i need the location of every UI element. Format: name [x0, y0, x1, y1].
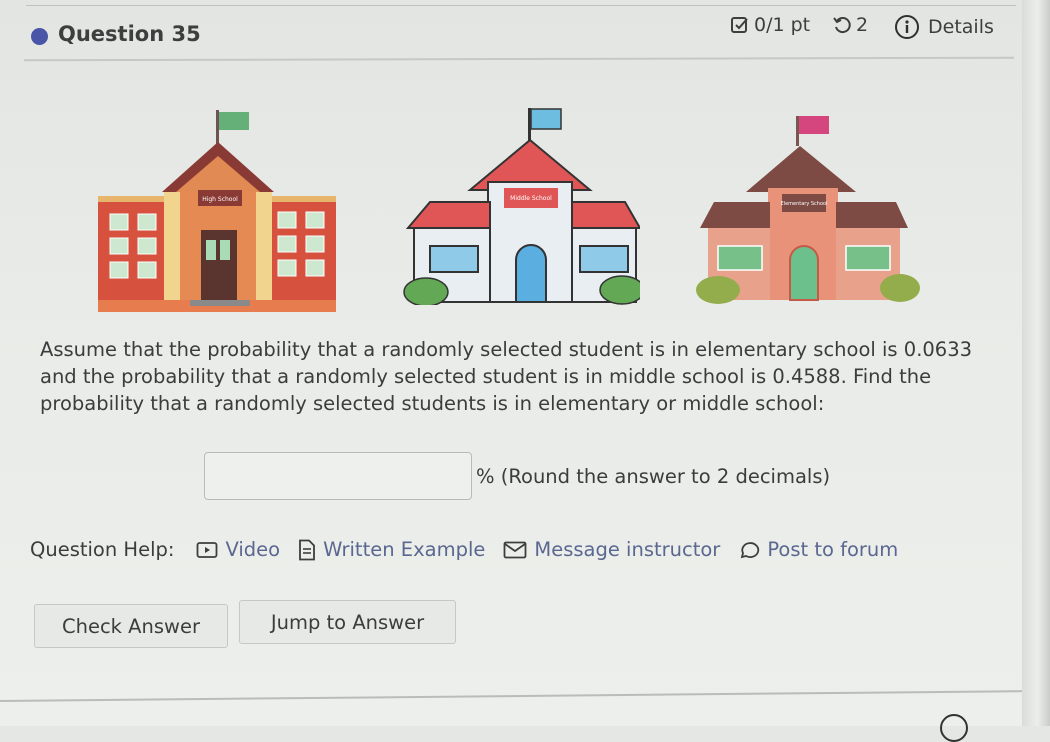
message-instructor-link[interactable]: Message instructor	[503, 538, 720, 561]
mail-icon	[503, 541, 527, 558]
info-icon	[895, 15, 919, 39]
high-school-illustration: High School	[98, 100, 338, 315]
middle-school-illustration: Middle School	[400, 100, 640, 305]
jump-to-answer-button[interactable]: Jump to Answer	[239, 600, 456, 644]
answer-input[interactable]	[204, 452, 472, 500]
tries-indicator: 2	[832, 14, 868, 36]
info-icon-next-question	[940, 714, 968, 742]
checkbox-icon	[731, 17, 748, 33]
check-answer-button[interactable]: Check Answer	[34, 604, 228, 648]
message-instructor-label: Message instructor	[534, 538, 721, 561]
bottom-divider	[0, 689, 1050, 702]
tries-count: 2	[856, 14, 869, 36]
top-divider	[26, 5, 1016, 6]
elementary-school-sign: Elementary School	[781, 201, 828, 207]
score-indicator: 0/1 pt	[730, 14, 810, 36]
question-title: Question 35	[58, 22, 201, 46]
retry-icon	[833, 17, 851, 34]
post-to-forum-link[interactable]: Post to forum	[738, 538, 898, 561]
video-link[interactable]: Video	[196, 538, 280, 561]
written-example-link[interactable]: Written Example	[298, 538, 485, 561]
answer-suffix: % (Round the answer to 2 decimals)	[476, 464, 831, 488]
header-divider	[23, 56, 1015, 62]
written-example-label: Written Example	[323, 538, 486, 561]
chat-bubble-icon	[741, 541, 760, 558]
question-status-dot	[31, 28, 48, 45]
elementary-school-illustration: Elementary School	[690, 100, 920, 305]
answer-row: % (Round the answer to 2 decimals)	[204, 452, 830, 500]
post-to-forum-label: Post to forum	[767, 538, 899, 561]
screen-edge	[1022, 0, 1050, 726]
details-label: Details	[928, 16, 994, 38]
score-text: 0/1 pt	[754, 14, 811, 36]
video-label: Video	[225, 538, 281, 561]
middle-school-sign: Middle School	[510, 195, 552, 202]
question-help: Question Help: Video Written Example Mes…	[30, 538, 916, 561]
question-page: Question 35 0/1 pt 2 Details High School…	[0, 0, 1050, 742]
question-help-label: Question Help:	[30, 538, 175, 561]
question-prompt: Assume that the probability that a rando…	[40, 338, 973, 415]
video-icon	[197, 541, 218, 558]
document-icon	[299, 539, 315, 560]
high-school-sign: High School	[202, 196, 238, 203]
details-link[interactable]: Details	[894, 14, 994, 40]
